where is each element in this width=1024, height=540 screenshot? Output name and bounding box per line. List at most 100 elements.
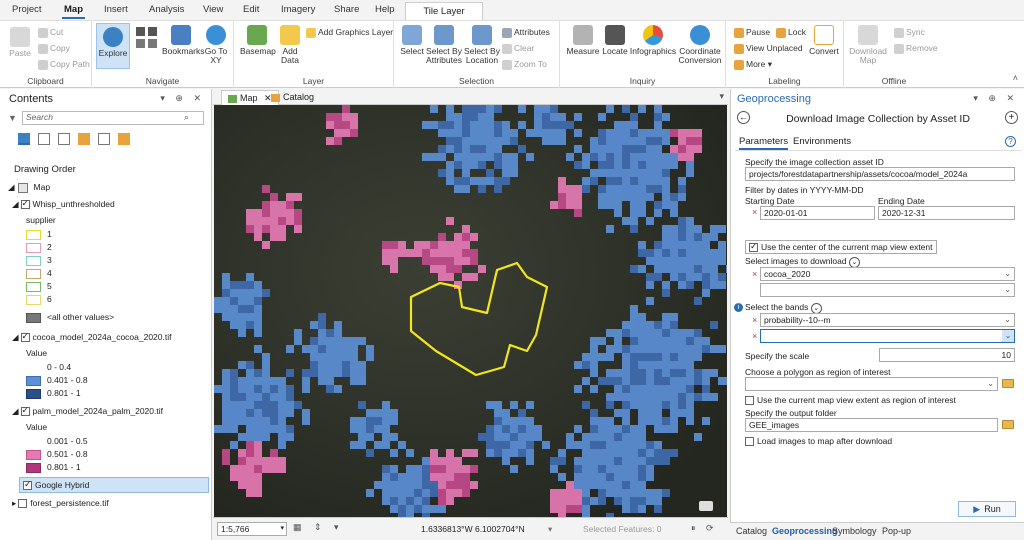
copy-path-button[interactable]: Copy Path xyxy=(38,59,90,70)
end-date-input[interactable]: 2020-12-31 xyxy=(878,206,1015,220)
layer-checkbox[interactable] xyxy=(18,499,28,509)
add-icon[interactable]: + xyxy=(1005,111,1018,124)
tab-analysis[interactable]: Analysis xyxy=(149,4,184,15)
bookmarks-button[interactable]: Bookmarks xyxy=(162,25,205,56)
search-input[interactable]: Search xyxy=(22,111,204,125)
editing-icon[interactable] xyxy=(78,133,90,145)
folder-icon[interactable] xyxy=(1002,379,1014,388)
pane-controls-icon[interactable]: ▾ ⊕ ✕ xyxy=(160,93,205,104)
layer-checkbox[interactable] xyxy=(20,331,30,343)
select-by-location-button[interactable]: Select By Location xyxy=(464,25,500,65)
tab-view[interactable]: View xyxy=(203,4,223,15)
scale-input[interactable]: 10 xyxy=(879,348,1015,362)
layer-checkbox[interactable] xyxy=(20,405,30,417)
tab-catalog[interactable]: Catalog xyxy=(736,526,767,536)
band-select[interactable]: probability--10--m ⌄ xyxy=(760,313,1015,327)
selection-icon[interactable] xyxy=(58,133,70,145)
labeling-icon[interactable] xyxy=(118,133,130,145)
layer-google-hybrid[interactable]: Google Hybrid xyxy=(19,477,209,493)
overview-toggle-icon[interactable] xyxy=(699,501,713,511)
add-data-button[interactable]: Add Data xyxy=(276,25,304,65)
snapping-icon[interactable] xyxy=(98,133,110,145)
cut-button[interactable]: Cut xyxy=(38,27,63,38)
search-icon[interactable]: ⌕ xyxy=(184,112,189,123)
more-button[interactable]: More ▾ xyxy=(734,59,772,70)
paste-button[interactable]: Paste xyxy=(6,27,34,58)
add-graphics-layer-button[interactable]: Add Graphics Layer xyxy=(306,27,393,38)
select-button[interactable]: Select xyxy=(398,25,426,56)
collapse-ribbon-icon[interactable]: ˄ xyxy=(1013,73,1018,83)
layer-checkbox[interactable] xyxy=(23,479,32,491)
use-center-option[interactable]: Use the center of the current map view e… xyxy=(745,240,937,255)
use-extent-checkbox[interactable] xyxy=(745,396,754,406)
tab-environments[interactable]: Environments xyxy=(793,136,851,147)
clear-button[interactable]: Clear xyxy=(502,43,534,54)
asset-id-input[interactable]: projects/forestdatapartnership/assets/co… xyxy=(745,167,1015,181)
folder-icon[interactable] xyxy=(1002,420,1014,429)
map-node[interactable]: ◢ Map xyxy=(8,182,50,193)
attributes-button[interactable]: Attributes xyxy=(502,27,550,38)
layer-whisp[interactable]: ◢Whisp_unthresholded xyxy=(12,198,115,210)
nav-arrows-icon[interactable] xyxy=(136,27,158,57)
layer-palm[interactable]: ◢palm_model_2024a_palm_2020.tif xyxy=(12,405,163,417)
output-folder-input[interactable]: GEE_images xyxy=(745,418,998,432)
coordinate-format-icon[interactable]: ▾ xyxy=(548,524,552,535)
copy-button[interactable]: Copy xyxy=(38,43,70,54)
run-button[interactable]: ▶ Run xyxy=(958,501,1016,517)
remove-item-icon[interactable]: × xyxy=(752,269,757,279)
measure-button[interactable]: Measure xyxy=(564,25,602,56)
band-select-empty[interactable]: ⌄ xyxy=(760,329,1015,343)
pause-button[interactable]: Pause xyxy=(734,27,770,38)
convert-button[interactable]: Convert xyxy=(808,25,840,56)
sync-button[interactable]: Sync xyxy=(894,27,925,38)
back-arrow-icon[interactable]: ← xyxy=(737,111,750,124)
explore-button[interactable]: Explore xyxy=(96,23,130,69)
use-extent-option[interactable]: Use the current map view extent as regio… xyxy=(745,395,956,406)
goto-xy-button[interactable]: Go To XY xyxy=(202,25,230,65)
remove-item-icon[interactable]: × xyxy=(752,331,757,341)
infographics-button[interactable]: Infographics xyxy=(628,25,678,56)
tab-symbology[interactable]: Symbology xyxy=(832,526,877,536)
image-select-empty[interactable]: ⌄ xyxy=(760,283,1015,297)
zoom-to-button[interactable]: Zoom To xyxy=(502,59,547,70)
load-images-checkbox[interactable] xyxy=(745,437,754,447)
tab-help[interactable]: Help xyxy=(375,4,395,15)
tab-share[interactable]: Share xyxy=(334,4,359,15)
drawing-order-icon[interactable] xyxy=(18,133,30,145)
tab-tile-layer[interactable]: Tile Layer xyxy=(405,2,483,20)
layer-forest-persistence[interactable]: ▸ forest_persistence.tif xyxy=(12,498,109,509)
basemap-button[interactable]: Basemap xyxy=(240,25,276,56)
filter-icon[interactable]: ▼ xyxy=(8,113,17,123)
info-icon[interactable]: i xyxy=(734,303,743,312)
tab-map-view[interactable]: Map ✕ xyxy=(221,90,279,105)
download-map-button[interactable]: Download Map xyxy=(848,25,888,65)
map-canvas[interactable] xyxy=(214,105,727,517)
pane-controls-icon[interactable]: ▾ ⊕ ✕ xyxy=(973,93,1018,104)
map-view[interactable] xyxy=(214,105,727,517)
tab-insert[interactable]: Insert xyxy=(104,4,128,15)
layer-cocoa[interactable]: ◢cocoa_model_2024a_cocoa_2020.tif xyxy=(12,331,172,343)
tab-map[interactable]: Map xyxy=(62,4,85,19)
tab-geoprocessing[interactable]: Geoprocessing xyxy=(772,526,838,536)
tab-parameters[interactable]: Parameters xyxy=(739,136,789,150)
tab-edit[interactable]: Edit xyxy=(243,4,259,15)
map-tab-menu-icon[interactable]: ▾ xyxy=(719,91,724,102)
layer-checkbox[interactable] xyxy=(20,198,30,210)
locate-button[interactable]: Locate xyxy=(600,25,630,56)
data-source-icon[interactable] xyxy=(38,133,50,145)
refresh-icon[interactable]: ⏸ ⟳ xyxy=(691,523,718,534)
tab-imagery[interactable]: Imagery xyxy=(281,4,315,15)
tab-catalog-view[interactable]: Catalog xyxy=(271,92,314,102)
view-unplaced-button[interactable]: View Unplaced xyxy=(734,43,803,54)
image-select[interactable]: cocoa_2020 ⌄ xyxy=(760,267,1015,281)
remove-item-icon[interactable]: × xyxy=(752,315,757,325)
map-view-controls-icon[interactable]: ▦ ⇕ ▾ xyxy=(293,522,344,533)
tab-popup[interactable]: Pop-up xyxy=(882,526,911,536)
tab-project[interactable]: Project xyxy=(12,4,42,15)
use-center-checkbox[interactable] xyxy=(749,241,758,253)
coordinate-conversion-button[interactable]: Coordinate Conversion xyxy=(676,25,724,65)
polygon-select[interactable]: ⌄ xyxy=(745,377,998,391)
lock-button[interactable]: Lock xyxy=(776,27,806,38)
start-date-input[interactable]: 2020-01-01 xyxy=(760,206,875,220)
load-images-option[interactable]: Load images to map after download xyxy=(745,436,892,447)
